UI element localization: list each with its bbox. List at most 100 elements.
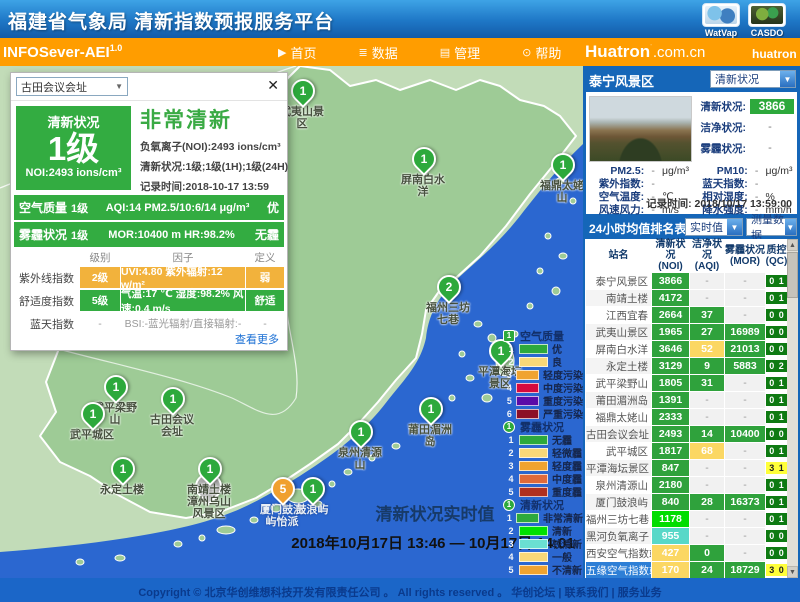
qc-badge: 0 0 [766,343,788,355]
nav-item-管理[interactable]: ▤管理 [440,43,480,62]
table-cell: 16989 [725,324,766,341]
measure-select[interactable]: 测量数据 ▼ [746,218,797,236]
table-row-江西宜春[interactable]: 江西宜春266437-0 0 [586,307,788,324]
qc-badge: 3 1 [766,462,788,474]
view-mode-value: 清新状况 [715,71,759,87]
table-cell: 170 [652,562,690,579]
page-title: 福建省气象局 清新指数预报服务平台 [8,7,334,34]
table-row-武平梁野山[interactable]: 武平梁野山180531-0 1 [586,375,788,392]
table-cell: 10400 [725,426,766,443]
table-row-福鼎太姥山[interactable]: 福鼎太姥山2333--0 1 [586,409,788,426]
realtime-select[interactable]: 实时值 ▼ [685,218,743,236]
legend-swatch [516,370,539,380]
table-cell: 16373 [725,494,766,511]
table-row-永定土楼[interactable]: 永定土楼3129958830 2 [586,358,788,375]
table-cell: - [725,307,766,324]
legend-swatch [519,539,548,549]
chevron-down-icon: ▼ [785,219,796,235]
table-cell: 0 0 [766,528,788,545]
table-row-黑河负氧离子[interactable]: 黑河负氧离子955--0 0 [586,528,788,545]
view-mode-select[interactable]: 清新状况 ▼ [710,70,796,88]
table-row-五缘空气指数站[interactable]: 五缘空气指数站17024187293 0 [586,562,788,579]
fresh-box-title: 清新状况 [16,112,131,131]
fresh-legend-icon: 1 [503,499,515,511]
scroll-up-icon[interactable]: ▲ [787,239,798,251]
qc-badge: 0 1 [766,513,788,525]
see-more-link[interactable]: 查看更多 [235,331,279,347]
table-row-厦门鼓浪屿[interactable]: 厦门鼓浪屿84028163730 1 [586,494,788,511]
popup-station-select[interactable]: 古田会议会址 ▼ [16,77,128,96]
huatron-logo-link[interactable]: Huatron˙.com.cn [585,42,705,62]
legend-swatch [516,409,539,419]
table-row-南靖土楼[interactable]: 南靖土楼4172--0 1 [586,290,788,307]
table-cell: 0 0 [766,341,788,358]
table-cell: 68 [690,443,725,460]
close-icon[interactable]: ✕ [267,77,279,94]
table-row-屏南白水洋[interactable]: 屏南白水洋364652210130 0 [586,341,788,358]
qc-badge: 0 2 [766,360,788,372]
app-button-casdo[interactable]: CASDO [746,3,788,38]
table-cell: 31 [690,375,725,392]
table-row-古田会议会址[interactable]: 古田会议会址249314104000 0 [586,426,788,443]
table-cell: 五缘空气指数站 [586,562,652,579]
table-cell: 1817 [652,443,690,460]
scrollbar-thumb[interactable] [787,252,798,298]
table-cell: - [690,409,725,426]
qc-badge: 0 1 [766,394,788,406]
table-cell: - [725,375,766,392]
footer-bar: Copyright © 北京华创维想科技开发有限责任公司 。 All right… [0,578,800,602]
table-row-武平城区[interactable]: 武平城区181768-0 1 [586,443,788,460]
table-cell: 武平梁野山 [586,375,652,392]
qc-badge: 0 1 [766,479,788,491]
popup-header: 古田会议会址 ▼ ✕ [11,73,287,101]
table-row-武夷山景区[interactable]: 武夷山景区196527169890 0 [586,324,788,341]
map-marker-label: 南靖土楼漳州乌山风景区 [171,484,247,520]
nav-item-数据[interactable]: ≣数据 [358,43,397,62]
table-cell: - [690,528,725,545]
table-cell: 福州三坊七巷 [586,511,652,528]
station-table: 站名清新状况(NOI)洁净状况(AQI)雾霾状况(MOR)质控(QC) 泰宁风景… [585,239,788,596]
qc-badge: 0 0 [766,547,788,559]
realtime-select-value: 实时值 [690,219,723,235]
nav-item-首页[interactable]: ▶首页 [278,43,316,62]
column-header: 清新状况(NOI) [652,239,690,273]
table-cell: 847 [652,460,690,477]
fresh-summary: 非常清新 负氧离子(NOI):2493 ions/cm³清新状况:1级;1级(1… [140,104,284,194]
table-cell: 955 [652,528,690,545]
stat-row-洁净状况: 洁净状况:- [694,119,794,135]
app-label: WatVap [700,28,742,38]
table-cell: 江西宜春 [586,307,652,324]
table-row-莆田湄洲岛[interactable]: 莆田湄洲岛1391--0 1 [586,392,788,409]
nav-item-帮助[interactable]: ⊙帮助 [522,43,561,62]
table-cell: 莆田湄洲岛 [586,392,652,409]
qc-badge: 0 1 [766,411,788,423]
table-row-泰宁风景区[interactable]: 泰宁风景区3866--0 1 [586,273,788,290]
table-cell: 0 1 [766,477,788,494]
table-cell: 37 [690,307,725,324]
table-row-福州三坊七巷[interactable]: 福州三坊七巷1178--0 1 [586,511,788,528]
stat-row-雾霾状况: 雾霾状况:- [694,140,794,156]
factor-col-level: 级别 [80,250,120,265]
table-cell: - [690,460,725,477]
table-row-西安空气指数站[interactable]: 西安空气指数站4270-0 0 [586,545,788,562]
status-row-空气质量: 空气质量1级AQI:14 PM2.5/10:6/14 μg/m³优 [14,195,284,220]
table-cell: 9 [690,358,725,375]
table-cell: 0 0 [766,545,788,562]
table-cell: - [725,545,766,562]
table-scrollbar[interactable]: ▲ ▼ [787,239,798,578]
factor-row-舒适度指数: 舒适度指数5级气温:17 ℃ 湿度:98.2% 风速:0.4 m/s舒适 [14,290,284,311]
table-cell: - [725,460,766,477]
scroll-down-icon[interactable]: ▼ [787,566,798,578]
notebook-icon: ▤ [440,46,450,59]
table-cell: 3646 [652,341,690,358]
table-row-泉州清源山[interactable]: 泉州清源山2180--0 1 [586,477,788,494]
status-row-雾霾状况: 雾霾状况1级MOR:10400 m HR:98.2%无霾 [14,222,284,247]
app-button-watvap[interactable]: WatVap [700,3,742,38]
legend-item: 1优 [503,342,583,355]
table-cell: 武平城区 [586,443,652,460]
table-cell: - [690,290,725,307]
factor-table: 级别 因子 定义 紫外线指数2级UVI:4.80 紫外辐射:12 w/m²弱舒适… [14,250,284,334]
table-cell: 0 [690,545,725,562]
table-cell: 厦门鼓浪屿 [586,494,652,511]
table-row-平潭海坛景区[interactable]: 平潭海坛景区847--3 1 [586,460,788,477]
